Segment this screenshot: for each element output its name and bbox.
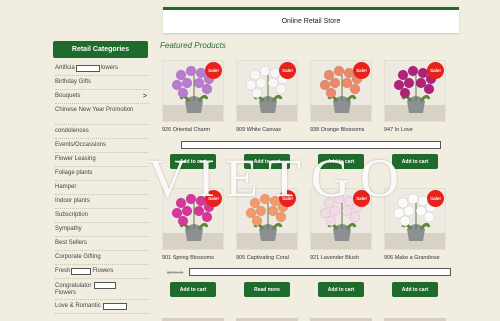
product-card[interactable]: Sale! 921 Lavender Blush (310, 188, 374, 261)
sale-badge: Sale! (205, 62, 222, 79)
add-to-cart-button[interactable]: Add to cart (392, 154, 438, 169)
categories-header: Retail Categories (53, 41, 148, 58)
product-name[interactable]: 901 Spring Blossoms (162, 255, 226, 261)
featured-products-heading: Featured Products (160, 41, 226, 50)
category-bouquets[interactable]: Bouquets > (55, 90, 149, 104)
category-birthday-gifts[interactable]: Birthday Gifts (55, 76, 149, 90)
category-foliage-plants[interactable]: Foliage plants (55, 167, 149, 181)
chevron-right-icon[interactable]: > (143, 93, 147, 100)
add-to-cart-button[interactable]: Add to cart (170, 282, 216, 297)
sale-badge: Sale! (353, 190, 370, 207)
add-to-cart-button[interactable]: Add to cart (244, 154, 290, 169)
product-name[interactable]: 905 Captivating Coral (236, 255, 300, 261)
product-card[interactable]: Sale! 938 Orange Blossoms (310, 60, 374, 133)
product-image[interactable]: Sale! (310, 188, 372, 250)
old-price: $270.00 (167, 270, 184, 275)
read-more-button[interactable]: Read more (244, 282, 290, 297)
product-image[interactable]: Sale! (310, 60, 372, 122)
add-to-cart-button[interactable]: Add to cart (392, 282, 438, 297)
product-name[interactable]: 947 In Love (384, 127, 448, 133)
category-best-sellers[interactable]: Best Sellers (55, 237, 149, 251)
redaction-box (94, 282, 117, 289)
product-card[interactable]: Sale! 926 Oriental Charm (162, 60, 226, 133)
store-header: Online Retail Store (163, 7, 459, 33)
product-name[interactable]: 909 White Canvas (236, 127, 300, 133)
product-card[interactable]: Sale! 909 White Canvas (236, 60, 300, 133)
sale-badge: Sale! (353, 62, 370, 79)
category-hamper[interactable]: Hamper (55, 181, 149, 195)
category-artificial-flowers[interactable]: Artificia lowers (55, 62, 149, 76)
sale-badge: Sale! (279, 190, 296, 207)
sale-badge: Sale! (427, 62, 444, 79)
category-sympathy[interactable]: Sympathy (55, 223, 149, 237)
price-redaction-row2 (189, 268, 451, 276)
product-card[interactable]: Sale! 947 In Love (384, 60, 448, 133)
redaction-box (102, 303, 127, 310)
category-chinese-new-year[interactable]: Chinese New Year Promotion (55, 104, 149, 125)
category-corporate-gifting[interactable]: Corporate Gifting (55, 251, 149, 265)
sale-badge: Sale! (205, 190, 222, 207)
redaction-box (71, 268, 92, 275)
product-image[interactable]: Sale! (162, 188, 224, 250)
categories-title: Retail Categories (71, 46, 130, 53)
sale-badge: Sale! (279, 62, 296, 79)
category-list: Artificia lowers Birthday Gifts Bouquets… (55, 62, 149, 314)
product-name[interactable]: 921 Lavender Blush (310, 255, 374, 261)
redaction-box (75, 65, 100, 72)
category-events[interactable]: Events/Occassions (55, 139, 149, 153)
product-card[interactable]: Sale! 901 Spring Blossoms (162, 188, 226, 261)
product-image[interactable]: Sale! (236, 188, 298, 250)
category-indoor-plants[interactable]: Indoor plants (55, 195, 149, 209)
product-card[interactable]: Sale! 906 Make a Grandiose (384, 188, 448, 261)
category-love-romantic[interactable]: Love & Romantic (55, 300, 149, 314)
product-name[interactable]: 906 Make a Grandiose (384, 255, 448, 261)
category-condolences[interactable]: condolences (55, 125, 149, 139)
product-name[interactable]: 926 Oriental Charm (162, 127, 226, 133)
category-fresh-flowers[interactable]: Fresh Flowers (55, 265, 149, 279)
product-image[interactable]: Sale! (162, 60, 224, 122)
sale-badge: Sale! (427, 190, 444, 207)
product-image[interactable]: Sale! (384, 60, 446, 122)
store-title: Online Retail Store (281, 18, 341, 25)
product-name[interactable]: 938 Orange Blossoms (310, 127, 374, 133)
add-to-cart-button[interactable]: Add to cart (318, 154, 364, 169)
product-image[interactable]: Sale! (236, 60, 298, 122)
product-card[interactable]: Sale! 905 Captivating Coral (236, 188, 300, 261)
add-to-cart-button[interactable]: Add to cart (318, 282, 364, 297)
product-image[interactable]: Sale! (384, 188, 446, 250)
add-to-cart-button[interactable]: Add to cart (170, 154, 216, 169)
category-subscription[interactable]: Subscription (55, 209, 149, 223)
price-redaction-row1 (181, 141, 441, 149)
category-congratulatory[interactable]: Congratulator Flowers (55, 279, 149, 300)
category-flower-leasing[interactable]: Flower Leasing (55, 153, 149, 167)
